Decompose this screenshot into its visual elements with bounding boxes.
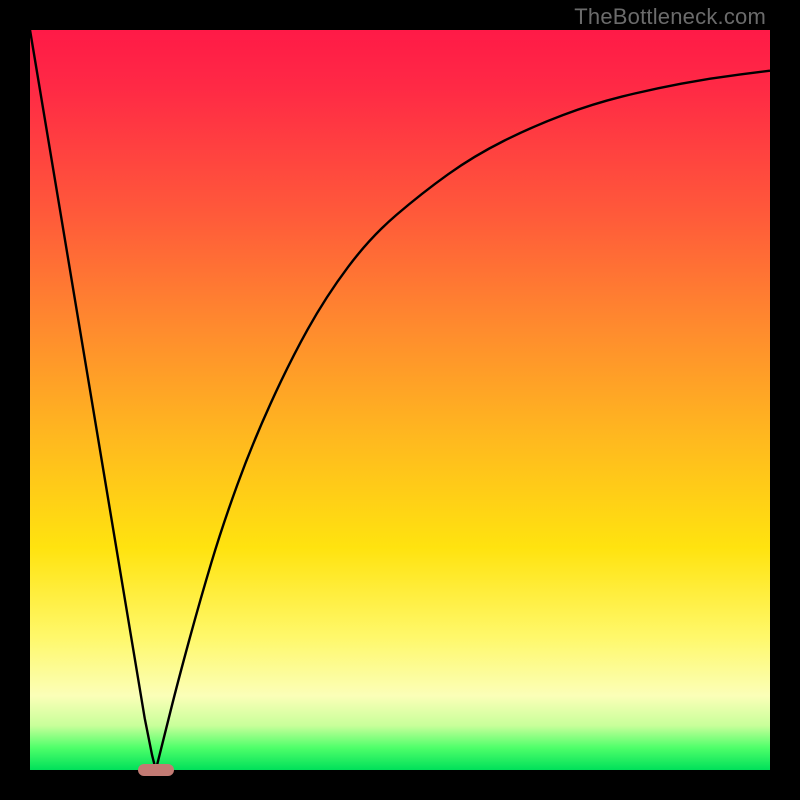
chart-frame: TheBottleneck.com [0,0,800,800]
plot-area [30,30,770,770]
bottleneck-marker [138,764,174,776]
right-curve-path [156,71,770,770]
curve-layer [30,30,770,770]
left-descent-path [30,30,156,770]
watermark-text: TheBottleneck.com [574,4,766,30]
